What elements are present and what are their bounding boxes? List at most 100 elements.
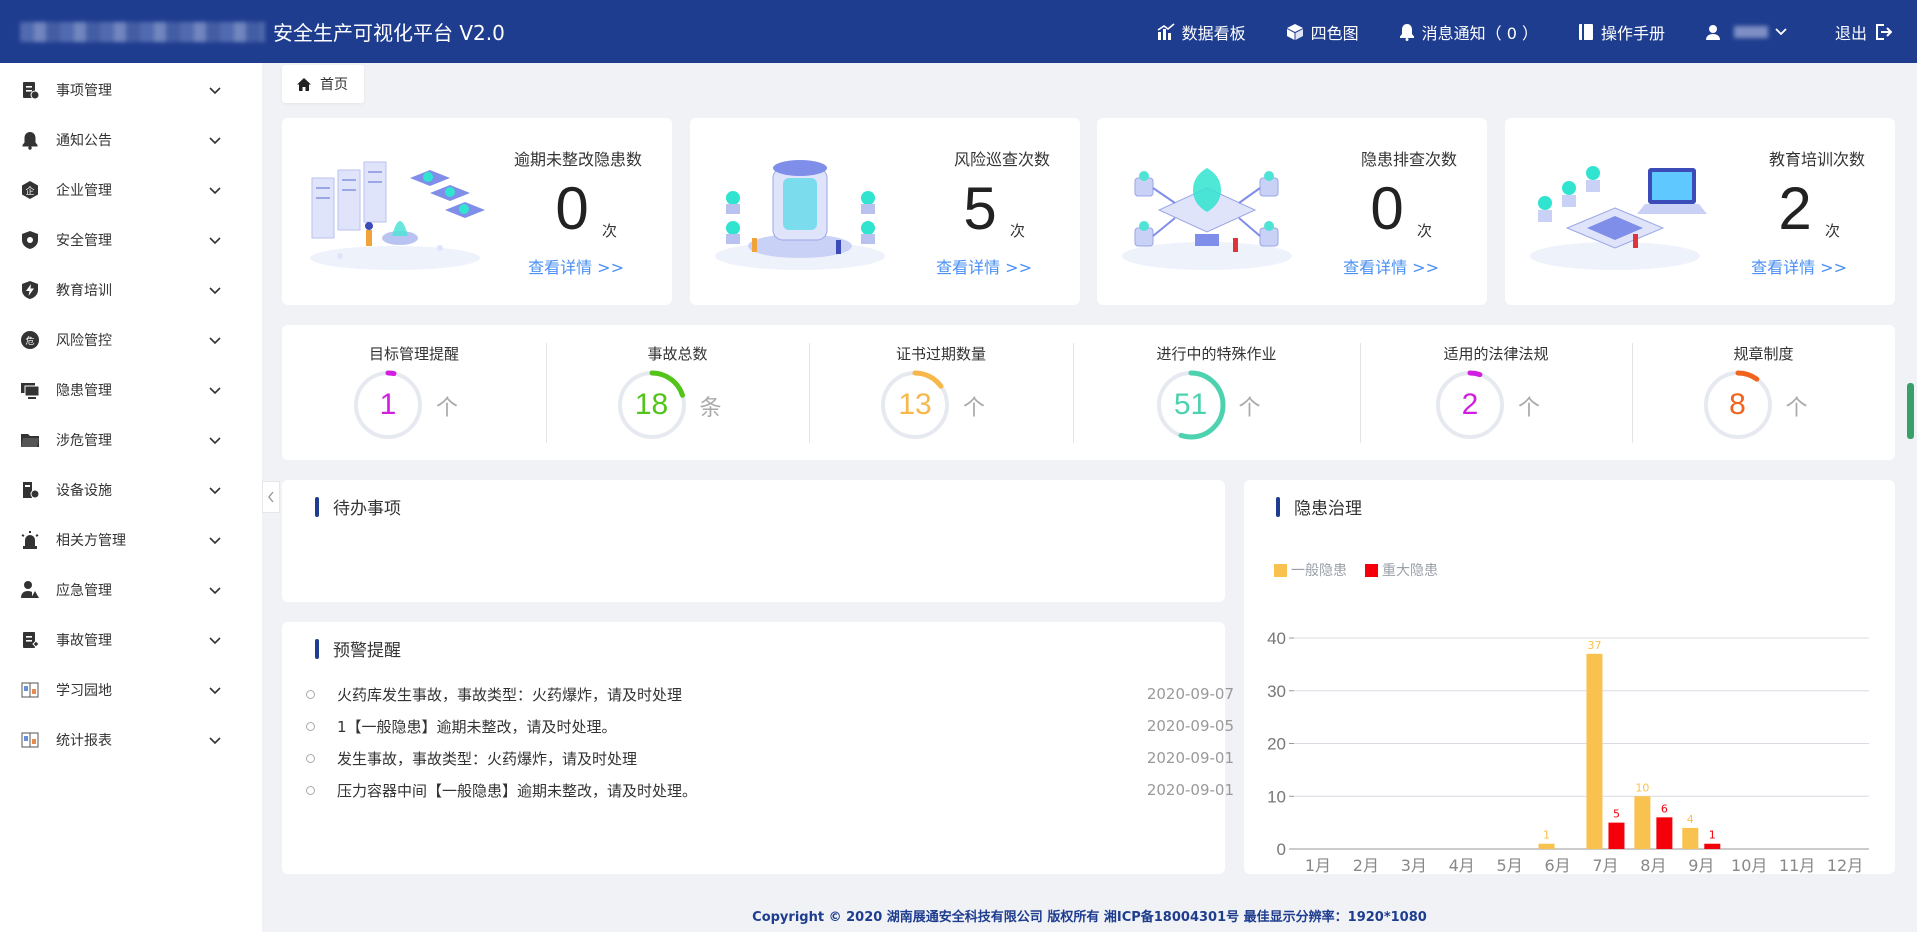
sidebar-item-label: 通知公告 bbox=[56, 133, 112, 149]
warning-item[interactable]: 发生事故，事故类型：火药爆炸，请及时处理 2020-09-01 bbox=[306, 742, 1234, 774]
view-details-link[interactable]: 查看详情 >> bbox=[1343, 254, 1439, 278]
bar-value-label: 6 bbox=[1661, 802, 1668, 815]
chevron-left-icon bbox=[268, 491, 274, 503]
bar[interactable] bbox=[1656, 817, 1673, 849]
sidebar-item-label: 教育培训 bbox=[56, 283, 112, 299]
warning-item[interactable]: 1【一般隐患】逾期未整改，请及时处理。 2020-09-05 bbox=[306, 710, 1234, 742]
stat-unit: 次 bbox=[1825, 222, 1841, 240]
ring-counter[interactable]: 规章制度 8 个 bbox=[1632, 325, 1895, 460]
warning-list: 火药库发生事故，事故类型：火药爆炸，请及时处理 2020-09-07 1【一般隐患… bbox=[306, 678, 1234, 806]
y-tick-label: 20 bbox=[1267, 735, 1286, 754]
bar[interactable] bbox=[1538, 843, 1555, 849]
stat-value: 0 bbox=[1370, 175, 1404, 242]
warning-item[interactable]: 压力容器中间【一般隐患】逾期未整改，请及时处理。 2020-09-01 bbox=[306, 774, 1234, 806]
bullet-icon bbox=[306, 753, 315, 763]
ring-counter[interactable]: 目标管理提醒 1 个 bbox=[282, 325, 546, 460]
stat-card-training-sessions: 教育培训次数 2 次 查看详情 >> bbox=[1505, 118, 1895, 305]
y-tick-label: 10 bbox=[1267, 787, 1286, 806]
sidebar-item[interactable]: 学习园地 bbox=[0, 665, 262, 715]
reactor-illustration bbox=[715, 160, 885, 270]
ring-unit: 个 bbox=[436, 396, 459, 421]
svg-text:危: 危 bbox=[25, 335, 34, 347]
app-title: 安全生产可视化平台 V2.0 bbox=[20, 17, 505, 46]
app-title-text: 安全生产可视化平台 V2.0 bbox=[273, 21, 505, 45]
ring-gauge: 8 bbox=[1702, 369, 1774, 441]
manual-link[interactable]: 操作手册 bbox=[1578, 20, 1665, 44]
x-tick-label: 6月 bbox=[1544, 856, 1570, 874]
sidebar-item-label: 统计报表 bbox=[56, 733, 112, 749]
sidebar-item[interactable]: 事项管理 bbox=[0, 65, 262, 115]
ring-label: 事故总数 bbox=[647, 345, 708, 363]
chevron-down-icon bbox=[209, 586, 221, 594]
notifications-label: 消息通知（ 0 ） bbox=[1421, 23, 1538, 43]
bell-icon bbox=[1399, 23, 1414, 41]
notifications-link[interactable]: 消息通知（ 0 ） bbox=[1399, 20, 1538, 44]
sidebar-item-label: 学习园地 bbox=[56, 683, 112, 699]
x-tick-label: 8月 bbox=[1640, 856, 1666, 874]
bar[interactable] bbox=[1608, 822, 1625, 849]
logout-button[interactable]: 退出 bbox=[1835, 20, 1899, 44]
dashboard-link[interactable]: 数据看板 bbox=[1157, 20, 1246, 44]
warning-text: 火药库发生事故，事故类型：火药爆炸，请及时处理 bbox=[337, 685, 683, 704]
bar[interactable] bbox=[1682, 827, 1699, 849]
danger-badge-icon: 危 bbox=[20, 330, 40, 350]
sidebar-item[interactable]: 教育培训 bbox=[0, 265, 262, 315]
sidebar-item[interactable]: 设备设施 bbox=[0, 465, 262, 515]
sidebar-item[interactable]: 相关方管理 bbox=[0, 515, 262, 565]
sidebar-item[interactable]: 事故管理 bbox=[0, 615, 262, 665]
sidebar-item[interactable]: 隐患管理 bbox=[0, 365, 262, 415]
lightning-shield-icon bbox=[20, 280, 40, 300]
chevron-down-icon bbox=[209, 386, 221, 394]
view-details-link[interactable]: 查看详情 >> bbox=[528, 254, 624, 278]
sidebar-item[interactable]: 安全管理 bbox=[0, 215, 262, 265]
view-details-link[interactable]: 查看详情 >> bbox=[1751, 254, 1847, 278]
ring-counter[interactable]: 事故总数 18 条 bbox=[546, 325, 809, 460]
bar[interactable] bbox=[1586, 653, 1603, 849]
cube-icon bbox=[1286, 23, 1303, 40]
folder-icon bbox=[20, 430, 40, 450]
warning-text: 1【一般隐患】逾期未整改，请及时处理。 bbox=[337, 717, 617, 736]
hazard-governance-panel: 隐患治理 一般隐患 重大隐患 0 10 20 30 40 1月 2月 3月 4月 5月 6月 1 7月 3… bbox=[1244, 480, 1895, 874]
sidebar-item[interactable]: 涉危管理 bbox=[0, 415, 262, 465]
book-icon bbox=[20, 730, 40, 750]
sidebar-collapse-toggle[interactable] bbox=[262, 481, 280, 513]
manual-label: 操作手册 bbox=[1600, 23, 1665, 43]
user-menu[interactable] bbox=[1705, 24, 1795, 40]
sidebar-item[interactable]: 通知公告 bbox=[0, 115, 262, 165]
sidebar-item[interactable]: 危 风险管控 bbox=[0, 315, 262, 365]
ring-unit: 个 bbox=[1785, 396, 1808, 421]
column-divider bbox=[1073, 343, 1074, 443]
breadcrumb-home-tab[interactable]: 首页 bbox=[282, 65, 364, 103]
ring-value: 18 bbox=[634, 388, 669, 421]
bar[interactable] bbox=[1704, 843, 1721, 849]
bar[interactable] bbox=[1634, 796, 1651, 849]
ring-unit: 个 bbox=[963, 396, 986, 421]
ring-label: 证书过期数量 bbox=[895, 345, 986, 363]
x-tick-label: 7月 bbox=[1592, 856, 1618, 874]
four-color-map-link[interactable]: 四色图 bbox=[1286, 20, 1359, 44]
warning-date: 2020-09-01 bbox=[1146, 781, 1234, 799]
chevron-down-icon bbox=[209, 736, 221, 744]
ring-counter[interactable]: 证书过期数量 13 个 bbox=[809, 325, 1073, 460]
bar-value-label: 37 bbox=[1587, 639, 1601, 652]
warning-item[interactable]: 火药库发生事故，事故类型：火药爆炸，请及时处理 2020-09-07 bbox=[306, 678, 1234, 710]
chevron-down-icon bbox=[209, 486, 221, 494]
bar-value-label: 1 bbox=[1543, 829, 1550, 842]
sidebar-item-label: 事项管理 bbox=[56, 83, 112, 99]
view-details-link[interactable]: 查看详情 >> bbox=[936, 254, 1032, 278]
sidebar-item-label: 设备设施 bbox=[56, 483, 112, 499]
stat-title: 风险巡查次数 bbox=[953, 150, 1050, 169]
sidebar-item[interactable]: 企 企业管理 bbox=[0, 165, 262, 215]
page-scrollbar-thumb[interactable] bbox=[1907, 383, 1914, 439]
sidebar-item[interactable]: 应急管理 bbox=[0, 565, 262, 615]
bar-value-label: 1 bbox=[1709, 829, 1716, 842]
home-icon bbox=[297, 77, 311, 91]
warning-title: 预警提醒 bbox=[315, 636, 401, 661]
ring-counter[interactable]: 进行中的特殊作业 51 个 bbox=[1073, 325, 1360, 460]
warning-text: 发生事故，事故类型：火药爆炸，请及时处理 bbox=[337, 749, 638, 768]
x-tick-label: 1月 bbox=[1305, 856, 1331, 874]
ring-counter[interactable]: 适用的法律法规 2 个 bbox=[1360, 325, 1632, 460]
sidebar-item[interactable]: 统计报表 bbox=[0, 715, 262, 765]
ring-gauge: 18 bbox=[616, 369, 688, 441]
chevron-down-icon bbox=[209, 86, 221, 94]
